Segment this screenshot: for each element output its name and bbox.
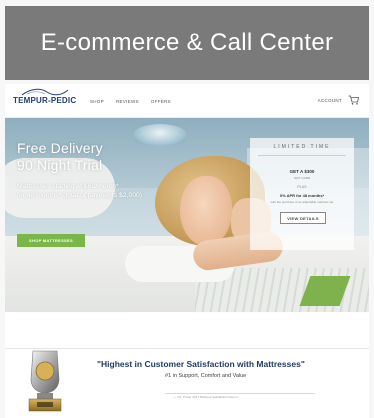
award-banner: "Highest in Customer Satisfaction with M… [5, 348, 369, 418]
nav-link-shop[interactable]: SHOP [90, 99, 104, 104]
slide-title: E-commerce & Call Center [40, 29, 334, 56]
hero-headline-trial: 90 Night Trial [17, 157, 103, 173]
promo-heading: LIMITED TIME [273, 144, 331, 150]
promo-apr: 0% APR for 48 months* [279, 193, 325, 198]
view-details-button[interactable]: VIEW DETAILS [280, 212, 326, 224]
nav-account-link[interactable]: ACCOUNT [318, 98, 342, 103]
award-quote: "Highest in Customer Satisfaction with M… [97, 359, 305, 369]
website-screenshot: TEMPUR-PEDIC SHOP REVIEWS OFFERS ACCOUNT [5, 84, 369, 418]
award-subtitle: #1 in Support, Comfort and Value [165, 373, 247, 379]
hero-copy: Free Delivery 90 Night Trial Mattresses … [17, 140, 187, 200]
promo-divider [258, 155, 346, 156]
slide: E-commerce & Call Center TEMPUR-PEDIC SH… [0, 0, 374, 418]
hero-headline-delivery: Free Delivery [17, 140, 103, 156]
promo-plus: PLUS [297, 185, 307, 189]
shop-mattresses-button[interactable]: SHOP MATTRESSES [17, 234, 85, 247]
nav-links: SHOP REVIEWS OFFERS [90, 99, 171, 104]
site-logo[interactable]: TEMPUR-PEDIC [13, 96, 76, 105]
promo-panel: LIMITED TIME GET A $300 GIFT CARD PLUS 0… [250, 138, 354, 250]
award-divider [165, 393, 315, 394]
promo-offer-sub: GIFT CARD [293, 176, 311, 180]
hero-financing-line2: for 48 months* (total of payments $2,000… [17, 192, 143, 199]
promo-offer: GET A $300 [289, 169, 315, 174]
hero-banner: Free Delivery 90 Night Trial Mattresses … [5, 118, 369, 312]
promo-apr-sub: with the purchase of an adjustable mattr… [270, 200, 334, 204]
nav-link-reviews[interactable]: REVIEWS [116, 99, 139, 104]
cart-icon[interactable] [348, 95, 359, 105]
site-nav: TEMPUR-PEDIC SHOP REVIEWS OFFERS ACCOUNT [5, 84, 369, 118]
nav-link-offers[interactable]: OFFERS [151, 99, 171, 104]
nav-right: ACCOUNT [318, 95, 359, 105]
hero-financing-text: Mattresses starting at $62/month* for 48… [17, 182, 187, 200]
hero-financing-line1: Mattresses starting at $62/month* [17, 183, 119, 190]
award-source: — J.D. Power 2017 Mattress Satisfaction … [173, 395, 238, 399]
hero-woman-face [180, 176, 232, 246]
slide-title-bar: E-commerce & Call Center [5, 6, 369, 80]
trophy-icon [28, 350, 62, 412]
